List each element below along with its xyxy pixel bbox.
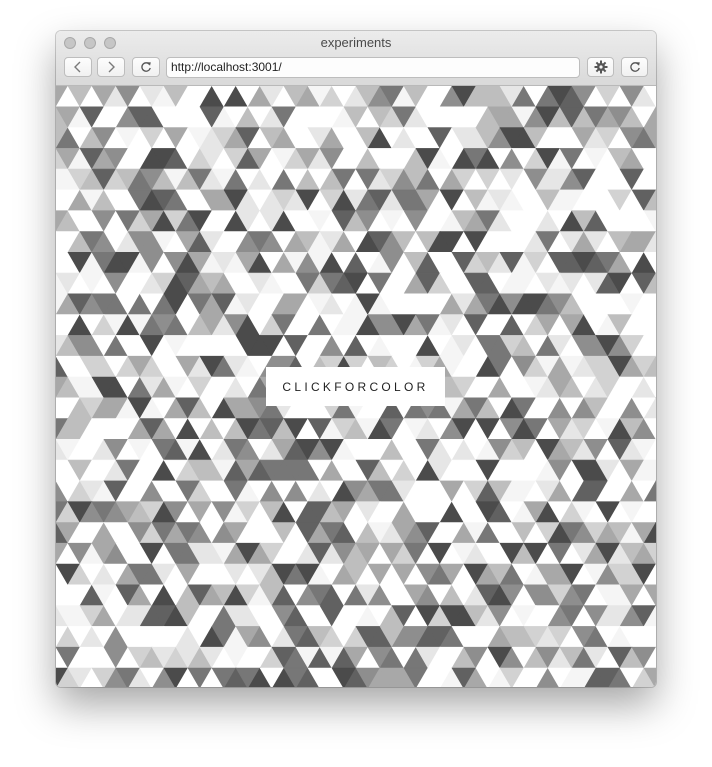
reload-button[interactable] <box>132 57 160 77</box>
forward-button[interactable] <box>97 57 125 77</box>
title-bar: experiments http://localhost:3001/ <box>56 31 656 86</box>
page-content[interactable]: CLICKFORCOLOR <box>56 86 656 687</box>
reload-icon <box>141 62 151 72</box>
chevron-left-icon <box>74 61 81 73</box>
url-text: http://localhost:3001/ <box>171 60 282 74</box>
reload-button-secondary[interactable] <box>621 57 648 77</box>
back-button[interactable] <box>64 57 92 77</box>
gear-icon <box>594 60 607 74</box>
browser-window: experiments http://localhost:3001/ CLICK… <box>56 31 656 687</box>
chevron-right-icon <box>108 61 115 73</box>
address-bar[interactable]: http://localhost:3001/ <box>166 57 580 78</box>
click-for-color-button[interactable]: CLICKFORCOLOR <box>266 367 445 406</box>
reload-icon <box>629 62 640 72</box>
settings-button[interactable] <box>587 57 614 77</box>
window-title: experiments <box>320 35 392 50</box>
